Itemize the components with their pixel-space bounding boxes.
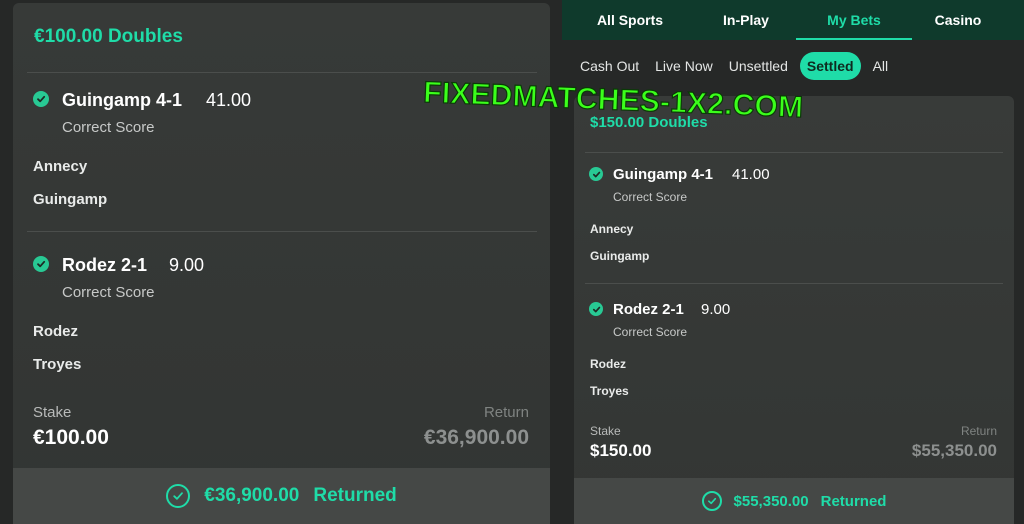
right-team-home-2: Rodez bbox=[590, 357, 626, 371]
left-market-1: Correct Score bbox=[62, 119, 155, 136]
left-selection-odds-1: 41.00 bbox=[206, 90, 252, 110]
right-check-icon-2 bbox=[589, 302, 603, 316]
left-check-icon-1 bbox=[33, 91, 49, 107]
right-selection-odds-2: 9.00 bbox=[701, 301, 731, 318]
right-selection-odds-1: 41.00 bbox=[732, 166, 770, 183]
left-market-2: Correct Score bbox=[62, 284, 155, 301]
left-team-away-1: Guingamp bbox=[33, 191, 108, 208]
left-team-away-2: Troyes bbox=[33, 356, 82, 373]
nav-tab-casino[interactable]: Casino bbox=[914, 0, 1002, 40]
right-stake-label: Stake bbox=[590, 424, 621, 438]
left-bet-title: €100.00 Doubles bbox=[34, 26, 183, 47]
left-divider-mid bbox=[27, 231, 537, 232]
right-market-1: Correct Score bbox=[613, 190, 688, 204]
nav-tab-all-sports[interactable]: All Sports bbox=[562, 0, 698, 40]
bet-filters: Cash Out Live Now Unsettled Settled All bbox=[576, 52, 904, 80]
left-divider-top bbox=[27, 72, 537, 73]
right-divider-mid bbox=[585, 283, 1003, 284]
right-selection-name-2: Rodez 2-1 bbox=[613, 301, 684, 318]
filter-settled[interactable]: Settled bbox=[799, 52, 861, 80]
filter-unsettled[interactable]: Unsettled bbox=[725, 52, 792, 80]
right-returned-amount: $55,350.00 bbox=[733, 492, 809, 510]
left-selection-name-2: Rodez 2-1 bbox=[62, 255, 148, 275]
left-returned-amount: €36,900.00 bbox=[204, 485, 300, 506]
right-returned-text: Returned bbox=[820, 492, 887, 510]
right-divider-top bbox=[585, 152, 1003, 153]
right-selection-name-1: Guingamp 4-1 bbox=[613, 166, 714, 183]
nav-tab-my-bets[interactable]: My Bets bbox=[794, 0, 914, 40]
returned-check-icon bbox=[701, 491, 722, 511]
left-returned-text: Returned bbox=[313, 485, 397, 506]
left-returned-bar: €36,900.00 Returned bbox=[13, 468, 550, 524]
left-selection-odds-2: 9.00 bbox=[169, 255, 205, 275]
left-team-home-1: Annecy bbox=[33, 158, 88, 175]
nav-tab-in-play[interactable]: In-Play bbox=[698, 0, 794, 40]
right-return-value: $55,350.00 bbox=[911, 441, 997, 460]
left-return-value: €36,900.00 bbox=[423, 426, 529, 449]
right-return-label: Return bbox=[960, 424, 997, 438]
left-selection-name-1: Guingamp 4-1 bbox=[62, 90, 183, 110]
right-stake-value: $150.00 bbox=[590, 441, 652, 460]
right-team-home-1: Annecy bbox=[590, 222, 634, 236]
right-team-away-1: Guingamp bbox=[590, 249, 650, 263]
right-market-2: Correct Score bbox=[613, 325, 688, 339]
filter-live-now[interactable]: Live Now bbox=[651, 52, 717, 80]
screenshot-canvas: €100.00 Doubles Guingamp 4-1 41.00 Corre… bbox=[0, 0, 1024, 524]
left-return-label: Return bbox=[483, 404, 529, 421]
left-check-icon-2 bbox=[33, 256, 49, 272]
returned-check-icon bbox=[166, 484, 191, 508]
left-stake-label: Stake bbox=[33, 404, 72, 421]
right-check-icon-1 bbox=[589, 167, 603, 181]
top-navigation: All Sports In-Play My Bets Casino bbox=[562, 0, 1024, 40]
filter-cash-out[interactable]: Cash Out bbox=[576, 52, 643, 80]
right-team-away-2: Troyes bbox=[590, 384, 629, 398]
right-returned-bar: $55,350.00 Returned bbox=[574, 478, 1014, 524]
left-team-home-2: Rodez bbox=[33, 323, 78, 340]
filter-all[interactable]: All bbox=[869, 52, 893, 80]
left-stake-value: €100.00 bbox=[33, 426, 109, 449]
